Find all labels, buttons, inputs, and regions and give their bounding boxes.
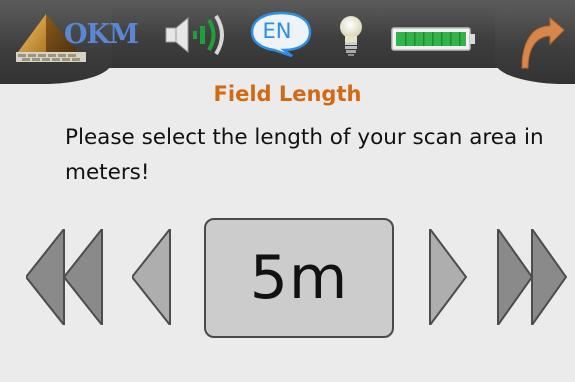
- battery-full-icon: [391, 27, 475, 51]
- field-length-display: 5m: [204, 218, 394, 338]
- double-chevron-left-button[interactable]: [26, 229, 106, 325]
- logo-text: OKM: [64, 19, 139, 50]
- back-arrow-icon[interactable]: [520, 16, 566, 72]
- lightbulb-icon[interactable]: [337, 14, 365, 58]
- page-title: Field Length: [213, 82, 362, 106]
- field-length-value: 5m: [249, 243, 349, 313]
- speaker-volume-icon[interactable]: [162, 14, 232, 56]
- status-bar: OKM EN: [0, 0, 575, 84]
- chevron-left-button[interactable]: [132, 229, 172, 325]
- language-label: EN: [262, 19, 292, 43]
- chevron-right-button[interactable]: [428, 229, 468, 325]
- double-chevron-right-button[interactable]: [496, 229, 568, 325]
- instruction-text: Please select the length of your scan ar…: [65, 125, 544, 185]
